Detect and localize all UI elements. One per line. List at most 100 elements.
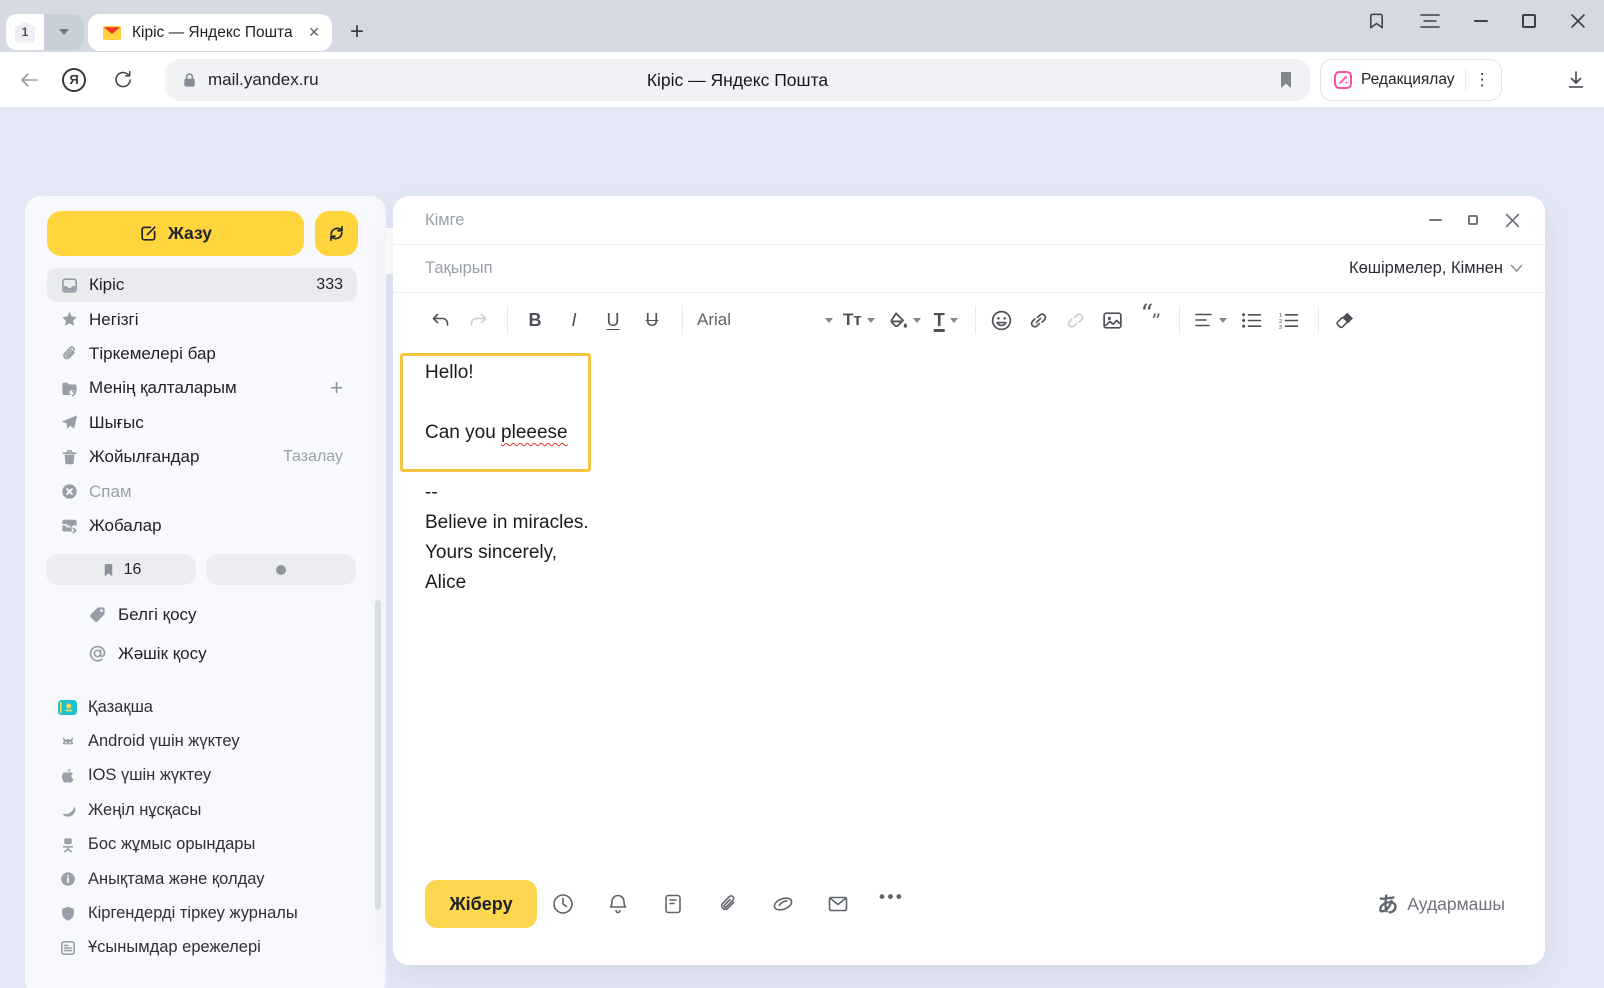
sidebar-item-important[interactable]: Негізгі xyxy=(47,302,357,336)
edit-button[interactable]: Редакциялау ⋮ xyxy=(1320,59,1502,101)
compose-minimize-icon[interactable] xyxy=(1429,219,1442,221)
sidebar-item-trash[interactable]: Жойылғандар Тазалау xyxy=(47,440,357,474)
refresh-button[interactable] xyxy=(315,211,358,256)
font-size-select[interactable]: Tт xyxy=(843,305,875,335)
bookmark-icon[interactable] xyxy=(1278,71,1294,89)
insert-image-button[interactable] xyxy=(1101,305,1125,335)
attach-file-icon[interactable] xyxy=(716,892,740,916)
sidebar-item-projects[interactable]: Жобалар xyxy=(47,509,357,543)
more-actions-icon[interactable]: ••• xyxy=(879,887,904,907)
toolbar-divider xyxy=(1318,306,1319,334)
url-text: mail.yandex.ru xyxy=(208,70,319,90)
signature-line: Alice xyxy=(425,568,589,598)
browser-tab-active[interactable]: Кіріс — Яндекс Пошта ✕ xyxy=(88,14,332,51)
help-support-item[interactable]: Анықтама және қолдау xyxy=(25,862,386,896)
login-journal-item[interactable]: Кіргендерді тіркеу журналы xyxy=(25,896,386,930)
sidebar-scrollbar[interactable] xyxy=(375,600,381,910)
ios-download-item[interactable]: IOS үшін жүктеу xyxy=(25,759,386,793)
compose-button-label: Жазу xyxy=(168,223,212,244)
yandex-browser-icon[interactable]: Я xyxy=(62,68,86,92)
sidebar-item-with-attachments[interactable]: Тіркемелері бар xyxy=(47,337,357,371)
translator-button[interactable]: あ Аудармашы xyxy=(1377,889,1505,919)
sidebar-item-my-folders[interactable]: Менің қалталарым + xyxy=(47,371,357,405)
message-body[interactable]: Hello! Can you pleeese -- Believe in mir… xyxy=(425,358,589,598)
compose-window-controls xyxy=(1429,212,1521,229)
add-folder-icon[interactable]: + xyxy=(330,375,343,401)
caret-down-icon xyxy=(913,318,921,323)
schedule-send-clock-icon[interactable] xyxy=(551,892,575,916)
rules-doc-icon xyxy=(58,939,77,957)
window-close-icon[interactable] xyxy=(1570,13,1586,29)
add-mailbox-item[interactable]: Жәшік қосу xyxy=(25,634,386,673)
sidebar-item-sent[interactable]: Шығыс xyxy=(47,406,357,440)
menu-icon[interactable] xyxy=(1420,13,1440,29)
status-pill[interactable] xyxy=(206,554,356,585)
tab-list-chevron-button[interactable] xyxy=(44,14,84,50)
paperclip-icon xyxy=(59,344,79,363)
emoji-button[interactable] xyxy=(990,305,1014,335)
inbox-icon xyxy=(59,276,79,295)
compose-close-icon[interactable] xyxy=(1504,212,1521,229)
blockquote-button[interactable]: “” xyxy=(1138,309,1162,331)
sidebar-item-inbox[interactable]: Кіріс 333 xyxy=(47,268,357,302)
remove-link-button[interactable] xyxy=(1064,305,1088,335)
light-version-item[interactable]: Жеңіл нұсқасы xyxy=(25,793,386,827)
attach-from-disk-icon[interactable] xyxy=(771,892,795,916)
attach-from-mail-icon[interactable] xyxy=(826,892,850,916)
compose-expand-icon[interactable] xyxy=(1468,215,1478,225)
template-icon[interactable] xyxy=(661,892,685,916)
download-icon[interactable] xyxy=(1564,68,1588,92)
side-panel-icon[interactable] xyxy=(1367,11,1386,31)
tab-close-icon[interactable]: ✕ xyxy=(308,24,320,41)
recommendation-rules-item[interactable]: Ұсынымдар ережелері xyxy=(25,931,386,965)
signature-line: Believe in miracles. xyxy=(425,508,589,538)
numbered-list-button[interactable]: 123 xyxy=(1277,305,1301,335)
insert-link-button[interactable] xyxy=(1027,305,1051,335)
vacancies-item[interactable]: Бос жұмыс орындары xyxy=(25,828,386,862)
bookmarks-pill[interactable]: 16 xyxy=(46,554,196,585)
clear-trash-action[interactable]: Тазалау xyxy=(283,448,343,466)
trash-icon xyxy=(59,448,79,467)
window-minimize-icon[interactable] xyxy=(1474,20,1488,22)
font-family-select[interactable]: Arial xyxy=(697,310,833,330)
highlight-color-button[interactable] xyxy=(888,305,921,335)
android-download-item[interactable]: Android үшін жүктеу xyxy=(25,724,386,758)
sidebar-pills: 16 xyxy=(46,554,356,585)
star-icon xyxy=(59,310,79,329)
send-button[interactable]: Жіберу xyxy=(425,880,537,928)
redo-button[interactable] xyxy=(466,305,490,335)
screen: 1 Кіріс — Яндекс Пошта ✕ + xyxy=(0,0,1604,988)
window-maximize-icon[interactable] xyxy=(1522,14,1536,28)
bold-button[interactable]: B xyxy=(522,305,548,335)
translate-icon: あ xyxy=(1377,889,1398,919)
language-item[interactable]: Қазақша xyxy=(25,690,386,724)
align-button[interactable] xyxy=(1194,305,1227,335)
toolbar-divider xyxy=(682,306,683,334)
translator-label: Аудармашы xyxy=(1407,894,1505,915)
text-color-button[interactable]: T xyxy=(934,305,958,335)
reload-icon[interactable] xyxy=(112,69,133,90)
add-label-item[interactable]: Белгі қосу xyxy=(25,595,386,634)
cc-from-toggle[interactable]: Көшірмелер, Кімнен xyxy=(1349,259,1523,278)
subject-field[interactable] xyxy=(425,259,1329,278)
undo-button[interactable] xyxy=(429,305,453,335)
address-bar[interactable]: mail.yandex.ru Кіріс — Яндекс Пошта xyxy=(165,59,1310,101)
strikethrough-button[interactable]: U xyxy=(639,305,665,335)
tab-count-button[interactable]: 1 xyxy=(6,14,44,50)
italic-button[interactable]: I xyxy=(561,305,587,335)
chevron-down-icon xyxy=(59,29,69,35)
to-field[interactable] xyxy=(425,211,1409,230)
bullet-list-button[interactable] xyxy=(1240,305,1264,335)
body-blank-line xyxy=(425,448,589,478)
underline-button[interactable]: U xyxy=(600,305,626,335)
compose-button[interactable]: Жазу xyxy=(47,211,304,256)
clear-formatting-eraser-button[interactable] xyxy=(1333,305,1357,335)
back-icon[interactable] xyxy=(18,69,40,91)
new-tab-button[interactable]: + xyxy=(342,14,372,50)
format-toolbar: B I U U Arial Tт T xyxy=(393,293,1545,347)
sidebar-item-spam[interactable]: Спам xyxy=(47,474,357,508)
caret-down-icon xyxy=(1219,318,1227,323)
notification-bell-icon[interactable] xyxy=(606,892,630,916)
lock-icon[interactable] xyxy=(181,71,198,89)
more-options-icon[interactable]: ⋮ xyxy=(1474,70,1491,90)
